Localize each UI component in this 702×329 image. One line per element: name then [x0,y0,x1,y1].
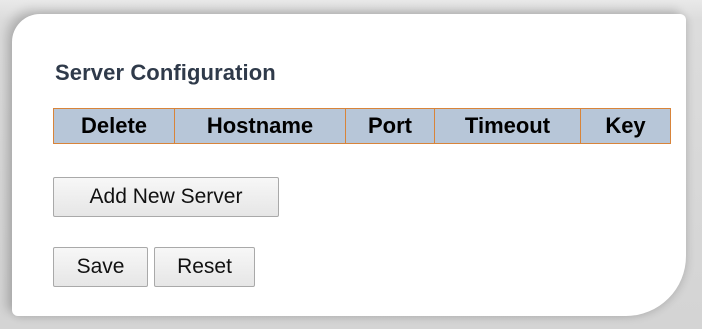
column-header-port: Port [345,108,435,144]
server-table-header: Delete Hostname Port Timeout Key [53,108,671,144]
add-new-server-button[interactable]: Add New Server [53,177,279,217]
server-configuration-panel: Server Configuration Delete Hostname Por… [12,14,686,316]
save-button[interactable]: Save [53,247,148,287]
page-title: Server Configuration [55,60,276,85]
reset-button[interactable]: Reset [154,247,255,287]
table-header-row: Delete Hostname Port Timeout Key [53,108,671,144]
column-header-key: Key [580,108,671,144]
server-table: Delete Hostname Port Timeout Key [53,108,671,144]
column-header-delete: Delete [53,108,175,144]
column-header-hostname: Hostname [174,108,346,144]
column-header-timeout: Timeout [434,108,581,144]
